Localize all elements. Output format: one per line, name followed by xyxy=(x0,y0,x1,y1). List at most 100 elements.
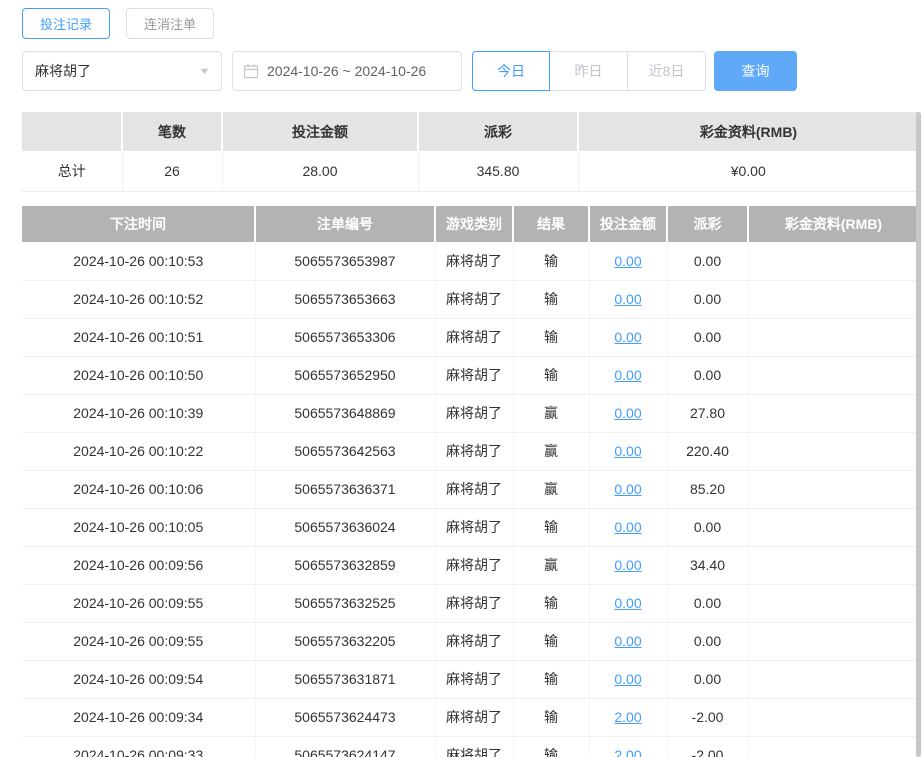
cell-jackpot xyxy=(748,432,918,471)
table-row: 2024-10-26 00:10:50 5065573652950 麻将胡了 输… xyxy=(22,356,918,395)
cell-game-type: 麻将胡了 xyxy=(435,660,514,699)
cell-payout: 0.00 xyxy=(667,242,749,281)
cell-bet-amount: 0.00 xyxy=(589,584,668,623)
cell-order-id: 5065573632205 xyxy=(255,622,436,661)
summary-total-bet-amount: 28.00 xyxy=(222,151,419,192)
cell-bet-amount: 0.00 xyxy=(589,280,668,319)
cell-game-type: 麻将胡了 xyxy=(435,622,514,661)
summary-header-jackpot: 彩金资料(RMB) xyxy=(578,112,918,151)
cell-result: 赢 xyxy=(513,394,590,433)
cell-jackpot xyxy=(748,584,918,623)
cell-payout: 0.00 xyxy=(667,584,749,623)
bet-amount-link[interactable]: 0.00 xyxy=(614,595,641,611)
cell-jackpot xyxy=(748,318,918,357)
cell-result: 赢 xyxy=(513,546,590,585)
cell-game-type: 麻将胡了 xyxy=(435,508,514,547)
cell-payout: 0.00 xyxy=(667,508,749,547)
cell-order-id: 5065573648869 xyxy=(255,394,436,433)
cell-result: 输 xyxy=(513,318,590,357)
table-row: 2024-10-26 00:10:51 5065573653306 麻将胡了 输… xyxy=(22,318,918,357)
cell-bet-time: 2024-10-26 00:09:54 xyxy=(22,660,256,699)
summary-table: 笔数 投注金额 派彩 彩金资料(RMB) 总计 26 28.00 345.80 … xyxy=(22,112,918,192)
tab-bet-records[interactable]: 投注记录 xyxy=(22,8,111,39)
cell-jackpot xyxy=(748,622,918,661)
cell-result: 赢 xyxy=(513,470,590,509)
header-game-type: 游戏类别 xyxy=(435,206,514,242)
cell-game-type: 麻将胡了 xyxy=(435,546,514,585)
quick-range-last8days[interactable]: 近8日 xyxy=(628,51,706,91)
cell-game-type: 麻将胡了 xyxy=(435,432,514,471)
summary-header-payout: 派彩 xyxy=(418,112,579,151)
cell-bet-time: 2024-10-26 00:09:56 xyxy=(22,546,256,585)
game-select-value: 麻将胡了 xyxy=(35,63,91,79)
bet-amount-link[interactable]: 0.00 xyxy=(614,405,641,421)
cell-jackpot xyxy=(748,508,918,547)
table-row: 2024-10-26 00:09:34 5065573624473 麻将胡了 输… xyxy=(22,698,918,737)
bet-records-page: 投注记录 连消注单 麻将胡了 ▼ 2024-10-26 ~ 2024-10-26 … xyxy=(0,0,922,757)
quick-range-yesterday[interactable]: 昨日 xyxy=(550,51,628,91)
cell-jackpot xyxy=(748,242,918,281)
table-row: 2024-10-26 00:10:52 5065573653663 麻将胡了 输… xyxy=(22,280,918,319)
vertical-scrollbar[interactable] xyxy=(916,112,921,757)
bet-amount-link[interactable]: 2.00 xyxy=(614,747,641,757)
cell-bet-amount: 0.00 xyxy=(589,394,668,433)
cell-bet-amount: 2.00 xyxy=(589,736,668,757)
bet-amount-link[interactable]: 0.00 xyxy=(614,291,641,307)
header-bet-time: 下注时间 xyxy=(22,206,256,242)
summary-header-empty xyxy=(22,112,123,151)
cell-game-type: 麻将胡了 xyxy=(435,394,514,433)
date-range-value: 2024-10-26 ~ 2024-10-26 xyxy=(267,63,427,79)
cell-result: 输 xyxy=(513,242,590,281)
cell-jackpot xyxy=(748,470,918,509)
cell-bet-amount: 0.00 xyxy=(589,546,668,585)
bet-amount-link[interactable]: 0.00 xyxy=(614,557,641,573)
cell-game-type: 麻将胡了 xyxy=(435,280,514,319)
table-row: 2024-10-26 00:09:33 5065573624147 麻将胡了 输… xyxy=(22,736,918,757)
summary-total-payout: 345.80 xyxy=(418,151,579,192)
calendar-icon xyxy=(243,63,259,79)
cell-bet-time: 2024-10-26 00:10:50 xyxy=(22,356,256,395)
tabs-row: 投注记录 连消注单 xyxy=(22,8,215,39)
cell-payout: 0.00 xyxy=(667,280,749,319)
cell-bet-time: 2024-10-26 00:10:53 xyxy=(22,242,256,281)
game-select[interactable]: 麻将胡了 ▼ xyxy=(22,51,222,91)
bet-amount-link[interactable]: 0.00 xyxy=(614,633,641,649)
cell-bet-amount: 0.00 xyxy=(589,660,668,699)
bet-amount-link[interactable]: 2.00 xyxy=(614,709,641,725)
cell-game-type: 麻将胡了 xyxy=(435,736,514,757)
cell-bet-time: 2024-10-26 00:10:06 xyxy=(22,470,256,509)
cell-result: 输 xyxy=(513,584,590,623)
cell-bet-amount: 0.00 xyxy=(589,318,668,357)
cell-payout: -2.00 xyxy=(667,698,749,737)
cell-order-id: 5065573632859 xyxy=(255,546,436,585)
quick-range-today[interactable]: 今日 xyxy=(472,51,550,91)
cell-payout: -2.00 xyxy=(667,736,749,757)
cell-order-id: 5065573624147 xyxy=(255,736,436,757)
cell-order-id: 5065573642563 xyxy=(255,432,436,471)
query-button[interactable]: 查询 xyxy=(714,51,797,91)
bet-amount-link[interactable]: 0.00 xyxy=(614,329,641,345)
cell-payout: 85.20 xyxy=(667,470,749,509)
bet-amount-link[interactable]: 0.00 xyxy=(614,671,641,687)
quick-range-group: 今日 昨日 近8日 xyxy=(472,51,706,91)
tab-cancel-orders[interactable]: 连消注单 xyxy=(126,8,215,39)
bet-amount-link[interactable]: 0.00 xyxy=(614,253,641,269)
bet-table-body: 2024-10-26 00:10:53 5065573653987 麻将胡了 输… xyxy=(22,242,918,757)
cell-bet-amount: 0.00 xyxy=(589,242,668,281)
cell-bet-amount: 0.00 xyxy=(589,622,668,661)
bet-amount-link[interactable]: 0.00 xyxy=(614,443,641,459)
cell-bet-amount: 0.00 xyxy=(589,470,668,509)
bet-records-table: 下注时间 注单编号 游戏类别 结果 投注金额 派彩 彩金资料(RMB) 2024… xyxy=(22,206,918,757)
cell-game-type: 麻将胡了 xyxy=(435,584,514,623)
bet-amount-link[interactable]: 0.00 xyxy=(614,519,641,535)
cell-order-id: 5065573636371 xyxy=(255,470,436,509)
bet-amount-link[interactable]: 0.00 xyxy=(614,367,641,383)
cell-result: 赢 xyxy=(513,432,590,471)
table-row: 2024-10-26 00:10:39 5065573648869 麻将胡了 赢… xyxy=(22,394,918,433)
date-range-input[interactable]: 2024-10-26 ~ 2024-10-26 xyxy=(232,51,462,91)
cell-result: 输 xyxy=(513,280,590,319)
cell-result: 输 xyxy=(513,698,590,737)
bet-amount-link[interactable]: 0.00 xyxy=(614,481,641,497)
summary-total-label: 总计 xyxy=(22,151,123,192)
table-header-row: 下注时间 注单编号 游戏类别 结果 投注金额 派彩 彩金资料(RMB) xyxy=(22,206,918,242)
